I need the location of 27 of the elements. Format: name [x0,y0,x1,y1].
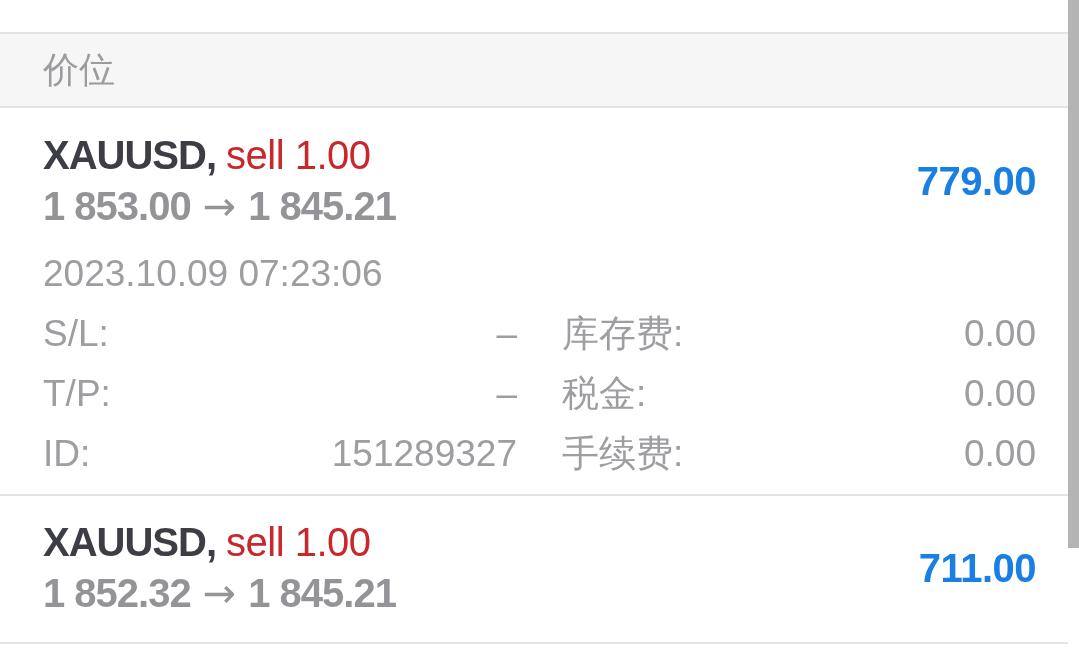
open-price: 1 852.32 [43,570,191,617]
detail-value: – [496,372,517,417]
detail-label: T/P: [43,372,111,417]
open-price: 1 853.00 [43,183,191,230]
detail-value: 0.00 [964,372,1036,417]
symbol: XAUUSD, [43,519,217,566]
section-title: 价位 [43,48,115,92]
scrollbar[interactable] [1068,0,1079,548]
open-time: 2023.10.09 07:23:06 [43,252,383,297]
profit-value: 711.00 [918,544,1036,592]
detail-label: 库存费: [562,312,684,357]
trade-direction-volume: sell 1.00 [226,519,371,566]
symbol: XAUUSD, [43,132,217,179]
detail-value: 0.00 [964,312,1036,357]
detail-label: S/L: [43,312,109,357]
detail-value: 0.00 [964,432,1036,477]
detail-value: 151289327 [331,432,517,477]
detail-value: – [496,312,517,357]
price-arrow: → [202,182,237,231]
current-price: 1 845.21 [248,570,396,617]
current-price: 1 845.21 [248,183,396,230]
trade-direction-volume: sell 1.00 [226,132,371,179]
detail-label: 手续费: [562,432,684,477]
profit-value: 779.00 [916,157,1036,205]
price-arrow: → [202,569,237,618]
detail-label: ID: [43,432,91,477]
detail-label: 税金: [562,372,647,417]
